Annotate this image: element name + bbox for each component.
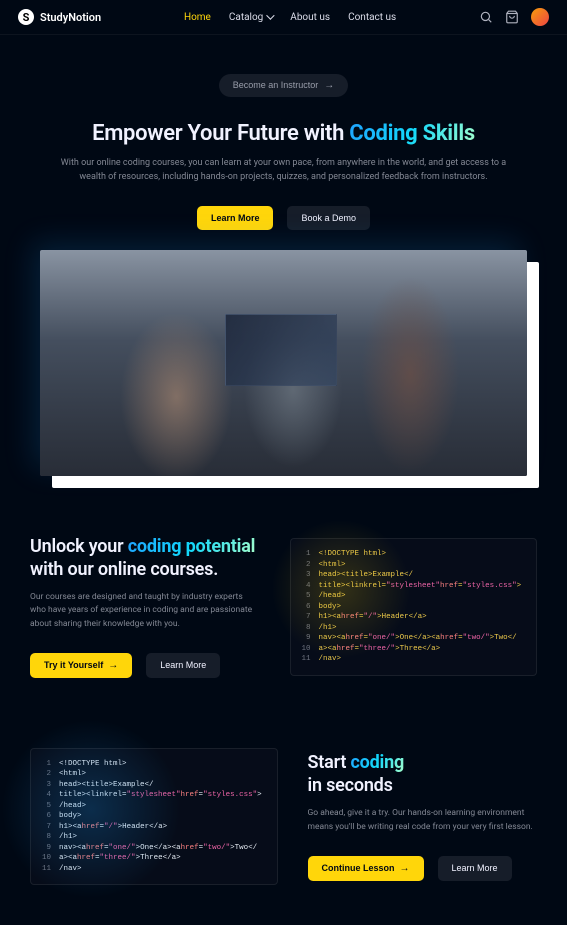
learn-more-button-3[interactable]: Learn More: [438, 856, 512, 881]
hero-section: Become an Instructor → Empower Your Futu…: [0, 35, 567, 250]
nav-actions: [479, 8, 549, 26]
unlock-title-a: Unlock your: [30, 536, 128, 557]
code-line: 2<html>: [39, 769, 269, 780]
code-line: 8/h1>: [39, 832, 269, 843]
search-icon[interactable]: [479, 10, 493, 24]
arrow-right-icon: →: [324, 80, 334, 91]
code-line: 10a><ahref="three/">Three</a>: [39, 853, 269, 864]
continue-lesson-button[interactable]: Continue Lesson →: [308, 856, 424, 881]
try-yourself-button[interactable]: Try it Yourself →: [30, 653, 132, 678]
code-line: 1<!DOCTYPE html>: [299, 549, 529, 560]
code-line: 3head><title>Example</: [299, 570, 529, 581]
section-unlock-text: Unlock your coding potential with our on…: [30, 536, 260, 678]
start-title-b: coding: [350, 752, 404, 773]
nav-contact[interactable]: Contact us: [348, 12, 396, 23]
become-instructor-button[interactable]: Become an Instructor →: [219, 74, 349, 97]
code-line: 8/h1>: [299, 623, 529, 634]
code-line: 6body>: [39, 811, 269, 822]
code-line: 11/nav>: [299, 654, 529, 665]
chevron-down-icon: [266, 11, 274, 19]
code-block-1: 1<!DOCTYPE html>2<html>3head><title>Exam…: [290, 538, 538, 676]
nav-home[interactable]: Home: [184, 12, 211, 23]
code-line: 10a><ahref="three/">Three</a>: [299, 644, 529, 655]
code-line: 5/head>: [299, 591, 529, 602]
arrow-right-icon: →: [400, 863, 410, 874]
hero-title-a: Empower Your Future with: [92, 121, 349, 146]
code-line: 9nav><ahref="one/">One</a><ahref="two/">…: [299, 633, 529, 644]
section-unlock-body: Our courses are designed and taught by i…: [30, 591, 260, 631]
section-unlock-title: Unlock your coding potential with our on…: [30, 536, 260, 581]
logo-icon: S: [18, 9, 34, 25]
brand-area[interactable]: S StudyNotion: [18, 9, 101, 25]
nav-links: Home Catalog About us Contact us: [184, 12, 396, 23]
code-line: 2<html>: [299, 560, 529, 571]
section-start-title: Start codingin seconds: [308, 752, 538, 797]
code-line: 4title><linkrel="stylesheet"href="styles…: [299, 581, 529, 592]
unlock-title-b: coding potential: [128, 536, 256, 557]
start-title-c: in seconds: [308, 775, 393, 796]
book-demo-button[interactable]: Book a Demo: [287, 206, 370, 230]
hero-cta-row: Learn More Book a Demo: [30, 206, 537, 230]
hero-image-wrap: [0, 250, 567, 506]
instructor-btn-label: Become an Instructor: [233, 80, 319, 90]
nav-about[interactable]: About us: [290, 12, 330, 23]
section-unlock: Unlock your coding potential with our on…: [0, 506, 567, 718]
code-line: 1<!DOCTYPE html>: [39, 759, 269, 770]
learn-more-button[interactable]: Learn More: [197, 206, 274, 230]
try-yourself-label: Try it Yourself: [44, 660, 103, 670]
learn-more-button-2[interactable]: Learn More: [146, 653, 220, 678]
unlock-title-c: with our online courses.: [30, 559, 218, 580]
code-line: 3head><title>Example</: [39, 780, 269, 791]
section-start-text: Start codingin seconds Go ahead, give it…: [308, 752, 538, 880]
continue-lesson-label: Continue Lesson: [322, 863, 395, 873]
start-title-a: Start: [308, 752, 351, 773]
code-line: 6body>: [299, 602, 529, 613]
brand-name: StudyNotion: [40, 11, 101, 24]
code-line: 5/head>: [39, 801, 269, 812]
section-start-btns: Continue Lesson → Learn More: [308, 856, 538, 881]
hero-image: [40, 250, 527, 476]
hero-subtitle: With our online coding courses, you can …: [54, 156, 514, 185]
nav-catalog[interactable]: Catalog: [229, 12, 272, 23]
arrow-right-icon: →: [108, 660, 118, 671]
section-start-body: Go ahead, give it a try. Our hands-on le…: [308, 807, 538, 833]
code-block-2: 1<!DOCTYPE html>2<html>3head><title>Exam…: [30, 748, 278, 886]
code-line: 4title><linkrel="stylesheet"href="styles…: [39, 790, 269, 801]
hero-title-b: Coding Skills: [349, 121, 475, 146]
navbar: S StudyNotion Home Catalog About us Cont…: [0, 0, 567, 35]
hero-title: Empower Your Future with Coding Skills: [30, 121, 537, 146]
cart-icon[interactable]: [505, 10, 519, 24]
code-line: 7h1><ahref="/">Header</a>: [39, 822, 269, 833]
code-line: 11/nav>: [39, 864, 269, 875]
section-unlock-btns: Try it Yourself → Learn More: [30, 653, 260, 678]
code-line: 7h1><ahref="/">Header</a>: [299, 612, 529, 623]
avatar[interactable]: [531, 8, 549, 26]
code-line: 9nav><ahref="one/">One</a><ahref="two/">…: [39, 843, 269, 854]
section-start: Start codingin seconds Go ahead, give it…: [0, 718, 567, 925]
nav-catalog-label: Catalog: [229, 12, 263, 23]
